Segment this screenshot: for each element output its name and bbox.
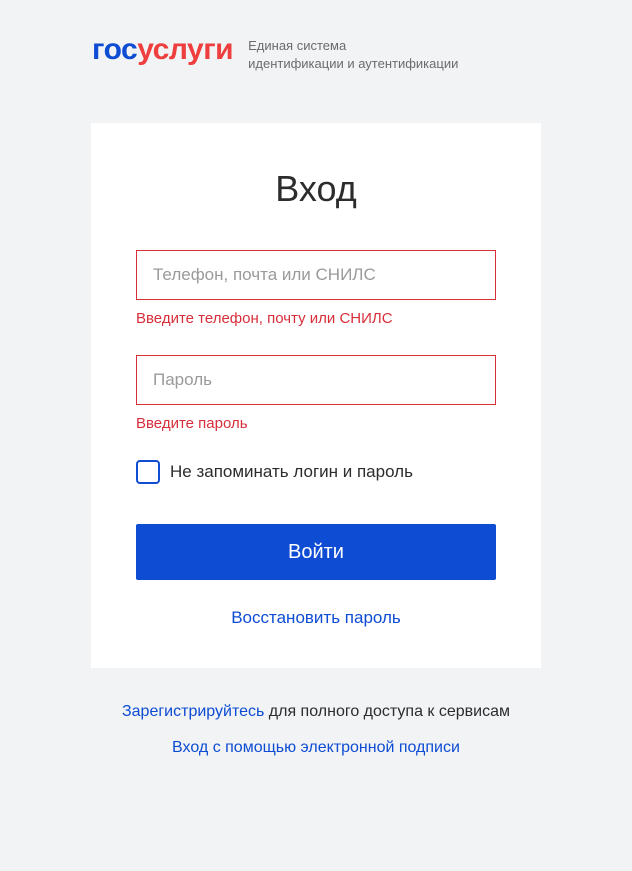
register-line: Зарегистрируйтесь для полного доступа к … — [0, 703, 632, 721]
login-card: Вход Введите телефон, почту или СНИЛС Вв… — [91, 123, 541, 668]
footer: Зарегистрируйтесь для полного доступа к … — [0, 703, 632, 757]
subtitle-line-1: Единая система — [248, 37, 458, 55]
password-input[interactable] — [136, 355, 496, 405]
login-error: Введите телефон, почту или СНИЛС — [136, 310, 496, 327]
restore-password-link[interactable]: Восстановить пароль — [136, 608, 496, 628]
login-input[interactable] — [136, 250, 496, 300]
page-header: госуслуги Единая система идентификации и… — [0, 0, 632, 73]
logo-subtitle: Единая система идентификации и аутентифи… — [248, 35, 458, 73]
remember-label: Не запоминать логин и пароль — [170, 462, 413, 482]
page-title: Вход — [136, 168, 496, 210]
password-field: Введите пароль — [136, 355, 496, 432]
password-error: Введите пароль — [136, 415, 496, 432]
login-field: Введите телефон, почту или СНИЛС — [136, 250, 496, 327]
logo-part-uslugi: услуги — [137, 33, 233, 66]
logo-part-gos: гос — [92, 33, 137, 66]
register-link[interactable]: Зарегистрируйтесь — [122, 703, 264, 720]
esign-link[interactable]: Вход с помощью электронной подписи — [172, 739, 460, 756]
subtitle-line-2: идентификации и аутентификации — [248, 55, 458, 73]
remember-checkbox[interactable] — [136, 460, 160, 484]
logo: госуслуги — [92, 35, 233, 65]
submit-button[interactable]: Войти — [136, 524, 496, 580]
register-text: для полного доступа к сервисам — [264, 703, 510, 720]
remember-row: Не запоминать логин и пароль — [136, 460, 496, 484]
esign-line: Вход с помощью электронной подписи — [0, 739, 632, 757]
